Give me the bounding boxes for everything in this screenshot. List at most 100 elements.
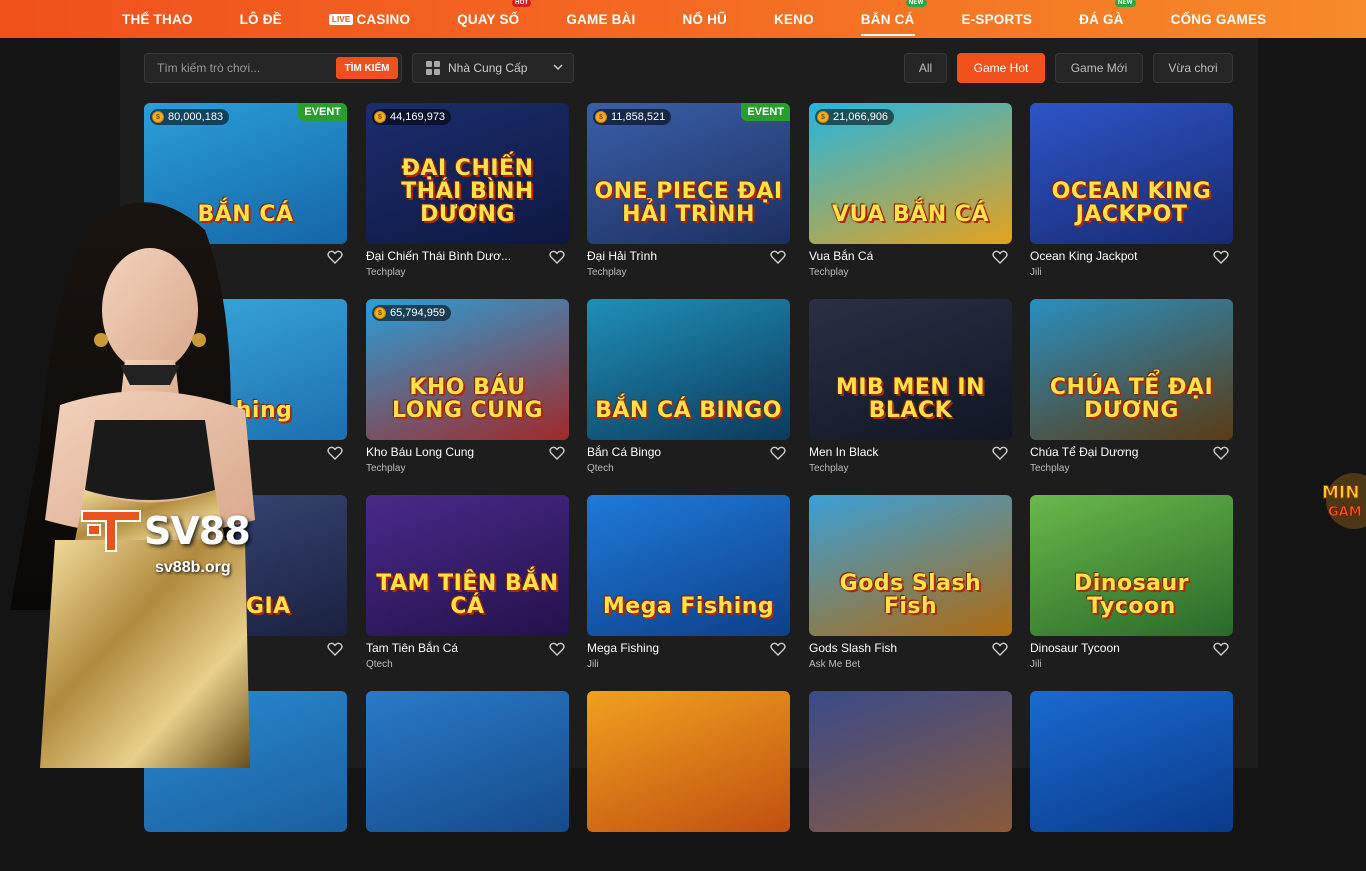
new-tag: NEW xyxy=(1115,0,1136,7)
favorite-heart-icon[interactable] xyxy=(770,249,786,265)
game-thumbnail[interactable]: OCEAN KING JACKPOT xyxy=(1030,103,1233,244)
nav-item-7[interactable]: BẮN CÁ NEW xyxy=(860,0,927,38)
game-thumbnail[interactable] xyxy=(1030,691,1233,832)
favorite-heart-icon[interactable] xyxy=(1213,445,1229,461)
game-thumbnail[interactable] xyxy=(587,691,790,832)
favorite-heart-icon[interactable] xyxy=(992,445,1008,461)
game-name: Tam Tiên Bắn Cá xyxy=(366,641,459,655)
game-name: Kho Báu Long Cung xyxy=(366,445,475,459)
filter-hot-button[interactable]: Game Hot xyxy=(957,53,1045,83)
nav-item-1[interactable]: LÔ ĐỀ xyxy=(240,0,282,38)
nav-item-9[interactable]: ĐÁ GÀ NEW xyxy=(1079,0,1136,38)
game-card[interactable]: Gods Slash Fish Gods Slash Fish Ask Me Bet xyxy=(809,495,1012,675)
game-panel: TÌM KIẾM Nhà Cung Cấp All Game Hot Game … xyxy=(120,38,1258,832)
game-provider: Jili xyxy=(1030,267,1042,278)
favorite-heart-icon[interactable] xyxy=(992,249,1008,265)
sv88-logo: SV88 xyxy=(78,505,251,557)
game-name: Ocean King Jackpot xyxy=(1030,249,1138,263)
game-card[interactable]: OCEAN KING JACKPOT Ocean King Jackpot Jili xyxy=(1030,103,1233,283)
game-thumbnail[interactable]: BẮN CÁ BINGO xyxy=(587,299,790,440)
nav-item-3[interactable]: QUAY SỐ HOT xyxy=(457,0,532,38)
coin-icon: $ xyxy=(817,111,829,123)
favorite-heart-icon[interactable] xyxy=(770,641,786,657)
game-card[interactable] xyxy=(366,691,569,871)
thumbnail-title: TAM TIÊN BẮN CÁ xyxy=(376,570,559,619)
nav-item-5[interactable]: NỔ HŨ xyxy=(682,0,727,38)
game-card[interactable] xyxy=(809,691,1012,871)
nav-item-2[interactable]: LIVE CASINO xyxy=(328,0,410,38)
filter-new-button[interactable]: Game Mới xyxy=(1055,53,1143,83)
game-name: Đại Chiến Thái Bình Dươ... xyxy=(366,249,512,263)
game-thumbnail[interactable]: MIB MEN IN BLACK xyxy=(809,299,1012,440)
grid-icon xyxy=(426,61,440,75)
game-card[interactable]: ĐẠI CHIẾN THÁI BÌNH DƯƠNG $44,169,973 Đại … xyxy=(366,103,569,283)
thumbnail-title: Gods Slash Fish xyxy=(839,570,982,619)
favorite-heart-icon[interactable] xyxy=(327,641,343,657)
provider-select[interactable]: Nhà Cung Cấp xyxy=(412,53,574,83)
game-card[interactable]: BẮN CÁ BINGO Bắn Cá Bingo Qtech xyxy=(587,299,790,479)
thumbnail-title: BẮN CÁ BINGO xyxy=(595,397,782,423)
new-tag: NEW xyxy=(905,0,927,7)
game-card[interactable]: TAM TIÊN BẮN CÁ Tam Tiên Bắn Cá Qtech xyxy=(366,495,569,675)
svg-text:GAM: GAM xyxy=(1328,505,1362,520)
filter-all-button[interactable]: All xyxy=(904,53,947,83)
game-thumbnail[interactable]: Gods Slash Fish xyxy=(809,495,1012,636)
game-card[interactable]: ONE PIECE ĐẠI HẢI TRÌNH $11,858,521 EVENT Đ… xyxy=(587,103,790,283)
game-thumbnail[interactable]: ONE PIECE ĐẠI HẢI TRÌNH $11,858,521 EVENT xyxy=(587,103,790,244)
game-provider: Qtech xyxy=(366,659,393,670)
nav-label: QUAY SỐ xyxy=(457,11,520,27)
favorite-heart-icon[interactable] xyxy=(992,641,1008,657)
jackpot-value: 21,066,906 xyxy=(833,111,889,123)
nav-label: GAME BÀI xyxy=(566,11,636,27)
filter-recent-button[interactable]: Vừa chơi xyxy=(1153,53,1233,83)
game-name: Mega Fishing xyxy=(587,641,660,655)
game-thumbnail[interactable]: CHÚA TỂ ĐẠI DƯƠNG xyxy=(1030,299,1233,440)
game-card[interactable]: Mega Fishing Mega Fishing Jili xyxy=(587,495,790,675)
game-card[interactable] xyxy=(587,691,790,871)
coin-icon: $ xyxy=(374,111,386,123)
jackpot-badge: $44,169,973 xyxy=(372,109,452,125)
nav-item-6[interactable]: KENO xyxy=(774,0,814,38)
promo-overlay: SV88 sv88b.org xyxy=(0,190,280,768)
favorite-heart-icon[interactable] xyxy=(1213,641,1229,657)
nav-item-0[interactable]: THỂ THAO xyxy=(122,0,193,38)
game-thumbnail[interactable]: KHO BÁU LONG CUNG $65,794,959 xyxy=(366,299,569,440)
favorite-heart-icon[interactable] xyxy=(1213,249,1229,265)
game-thumbnail[interactable] xyxy=(809,691,1012,832)
coin-icon: $ xyxy=(374,307,386,319)
search-input[interactable] xyxy=(145,54,335,82)
mini-game-text: MIN xyxy=(1322,483,1359,503)
favorite-heart-icon[interactable] xyxy=(549,445,565,461)
game-thumbnail[interactable] xyxy=(366,691,569,832)
game-thumbnail[interactable]: Mega Fishing xyxy=(587,495,790,636)
game-card[interactable]: MIB MEN IN BLACK Men In Black Techplay xyxy=(809,299,1012,479)
favorite-heart-icon[interactable] xyxy=(549,249,565,265)
game-provider: Techplay xyxy=(809,463,849,474)
game-card[interactable]: VUA BẮN CÁ $21,066,906 Vua Bắn Cá Techplay xyxy=(809,103,1012,283)
game-thumbnail[interactable]: VUA BẮN CÁ $21,066,906 xyxy=(809,103,1012,244)
game-provider: Techplay xyxy=(587,267,627,278)
game-thumbnail[interactable]: Dinosaur Tycoon xyxy=(1030,495,1233,636)
favorite-heart-icon[interactable] xyxy=(770,445,786,461)
game-name: Bắn Cá Bingo xyxy=(587,445,662,459)
nav-label: ĐÁ GÀ xyxy=(1079,11,1124,27)
game-thumbnail[interactable]: ĐẠI CHIẾN THÁI BÌNH DƯƠNG $44,169,973 xyxy=(366,103,569,244)
game-card[interactable]: Dinosaur Tycoon Dinosaur Tycoon Jili xyxy=(1030,495,1233,675)
favorite-heart-icon[interactable] xyxy=(327,249,343,265)
top-nav: THỂ THAO LÔ ĐỀ LIVE CASINO QUAY SỐ HOT GAME BÀ… xyxy=(0,0,1366,38)
nav-item-10[interactable]: CỔNG GAMES xyxy=(1171,0,1267,38)
nav-label: E-SPORTS xyxy=(961,11,1033,27)
game-card[interactable]: CHÚA TỂ ĐẠI DƯƠNG Chúa Tể Đại Dương Techpl… xyxy=(1030,299,1233,479)
game-card[interactable] xyxy=(1030,691,1233,871)
search-button[interactable]: TÌM KIẾM xyxy=(336,57,398,79)
nav-item-8[interactable]: E-SPORTS xyxy=(962,0,1033,38)
mini-game-icon[interactable]: MIN GAM xyxy=(1318,470,1366,532)
jackpot-badge: $11,858,521 xyxy=(593,109,672,125)
game-card[interactable]: KHO BÁU LONG CUNG $65,794,959 Kho Báu Long… xyxy=(366,299,569,479)
nav-item-4[interactable]: GAME BÀI xyxy=(566,0,635,38)
favorite-heart-icon[interactable] xyxy=(327,445,343,461)
game-provider: Techplay xyxy=(366,267,406,278)
favorite-heart-icon[interactable] xyxy=(549,641,565,657)
game-thumbnail[interactable]: TAM TIÊN BẮN CÁ xyxy=(366,495,569,636)
brand-name: SV88 xyxy=(144,509,251,553)
